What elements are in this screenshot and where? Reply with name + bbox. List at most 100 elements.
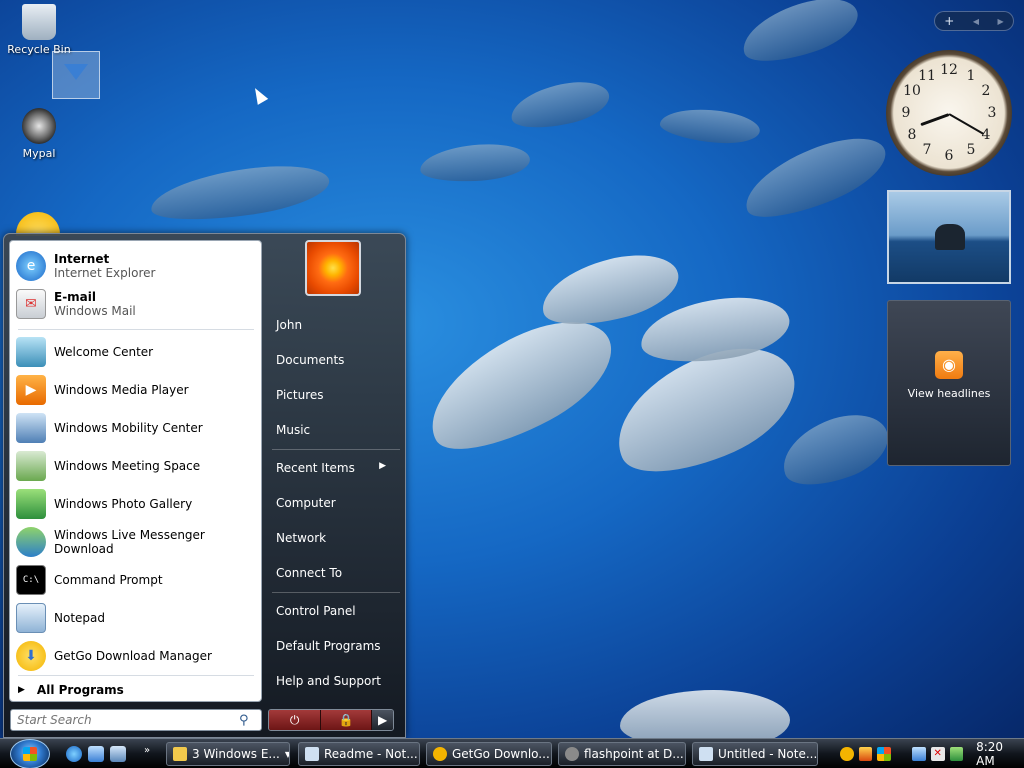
desktop-icon-recycle-bin[interactable]: Recycle Bin xyxy=(4,4,74,56)
recent-item-messenger-download[interactable]: Windows Live Messenger Download xyxy=(16,524,256,560)
pinned-item-email[interactable]: ✉ E-mail Windows Mail xyxy=(16,286,256,322)
taskbar-button-readme-notepad[interactable]: Readme - Not... xyxy=(298,742,420,766)
clock-number: 10 xyxy=(903,83,921,99)
recent-item-photo-gallery[interactable]: Windows Photo Gallery xyxy=(16,486,256,522)
command-prompt-icon: C:\ xyxy=(16,565,46,595)
mypal-raccoon-icon xyxy=(22,108,56,144)
place-default-programs[interactable]: Default Programs xyxy=(276,639,396,653)
system-tray: ✕ 8:20 AM xyxy=(836,740,1024,768)
add-gadget-button[interactable]: + xyxy=(944,14,954,28)
recent-item-notepad[interactable]: Notepad xyxy=(16,600,256,636)
welcome-center-icon xyxy=(16,337,46,367)
taskbar-button-windows-explorer[interactable]: 3 Windows E... ▼ xyxy=(166,742,290,766)
sidebar-controls: + ◀ ▶ xyxy=(934,11,1014,31)
feed-headlines-gadget[interactable]: ◉ View headlines xyxy=(887,300,1011,466)
getgo-tray-icon[interactable] xyxy=(840,747,854,761)
folder-icon xyxy=(173,747,187,761)
next-gadget-button[interactable]: ▶ xyxy=(998,17,1004,26)
all-programs-label: All Programs xyxy=(36,683,124,697)
group-dropdown-icon: ▼ xyxy=(285,750,289,759)
lock-icon: 🔒 xyxy=(338,713,354,727)
clock-number: 6 xyxy=(944,148,954,164)
clock-number: 12 xyxy=(940,62,958,78)
quicklaunch-internet-explorer-icon[interactable] xyxy=(66,746,82,762)
recent-item-label: Windows Photo Gallery xyxy=(54,497,193,511)
place-recent-items[interactable]: Recent Items ▶ xyxy=(276,461,396,475)
recent-item-getgo[interactable]: ⬇ GetGo Download Manager xyxy=(16,638,256,674)
recent-item-label: Notepad xyxy=(54,611,105,625)
clock-number: 11 xyxy=(918,68,936,84)
meeting-space-icon xyxy=(16,451,46,481)
all-programs-button[interactable]: ▶ All Programs xyxy=(18,683,124,697)
mobility-center-icon xyxy=(16,413,46,443)
taskbar-button-flashpoint[interactable]: flashpoint at D... xyxy=(558,742,686,766)
background-fish xyxy=(773,402,897,498)
places-separator xyxy=(272,449,400,450)
search-icon[interactable]: ⚲ xyxy=(239,713,249,728)
slideshow-gadget[interactable] xyxy=(887,190,1011,284)
background-fish xyxy=(506,75,614,135)
place-user-folder[interactable]: John xyxy=(276,318,396,332)
start-button[interactable] xyxy=(10,739,50,768)
recent-item-label: Windows Live Messenger Download xyxy=(54,528,205,556)
pinned-item-internet[interactable]: e Internet Internet Explorer xyxy=(16,248,256,284)
start-search-input[interactable] xyxy=(17,713,239,727)
notepad-icon xyxy=(305,747,319,761)
background-fish xyxy=(147,157,333,229)
power-icon: ⏻ xyxy=(289,712,300,727)
recent-item-label: Windows Mobility Center xyxy=(54,421,203,435)
recent-items-label: Recent Items xyxy=(276,461,355,475)
windows-update-icon[interactable] xyxy=(877,747,891,761)
volume-muted-icon[interactable]: ✕ xyxy=(930,747,945,761)
place-help-support[interactable]: Help and Support xyxy=(276,674,396,688)
power-options-button[interactable]: ▶ xyxy=(371,710,393,730)
desktop-icon-label: Mypal xyxy=(22,147,56,160)
all-programs-separator xyxy=(18,675,254,676)
quicklaunch-show-desktop-icon[interactable] xyxy=(88,746,104,762)
recent-item-command-prompt[interactable]: C:\ Command Prompt xyxy=(16,562,256,598)
quicklaunch-overflow-icon[interactable]: » xyxy=(144,745,150,756)
recent-item-label: Windows Media Player xyxy=(54,383,189,397)
task-label: GetGo Downlo... xyxy=(452,747,550,761)
network-icon[interactable] xyxy=(912,747,926,761)
place-pictures[interactable]: Pictures xyxy=(276,388,396,402)
media-player-icon: ▶ xyxy=(16,375,46,405)
place-documents[interactable]: Documents xyxy=(276,353,396,367)
security-shield-icon[interactable] xyxy=(858,747,873,761)
clock-number: 4 xyxy=(981,127,991,143)
clock-gadget[interactable]: 12 1 2 3 4 5 6 7 8 9 10 11 xyxy=(886,50,1012,176)
clock-number: 2 xyxy=(981,83,991,99)
getgo-download-icon xyxy=(433,747,447,761)
desktop-icon-mypal[interactable]: Mypal xyxy=(4,108,74,160)
background-fish xyxy=(735,0,865,73)
lock-button[interactable]: 🔒 xyxy=(320,710,372,730)
place-music[interactable]: Music xyxy=(276,423,396,437)
submenu-arrow-icon: ▶ xyxy=(379,461,386,471)
drag-download-icon[interactable] xyxy=(52,51,100,99)
whale-tail-icon xyxy=(935,224,965,250)
place-network[interactable]: Network xyxy=(276,531,396,545)
language-bar-icon[interactable] xyxy=(949,747,964,761)
previous-gadget-button[interactable]: ◀ xyxy=(973,17,979,26)
place-connect-to[interactable]: Connect To xyxy=(276,566,396,580)
user-picture-flower-icon[interactable] xyxy=(305,240,361,296)
recent-item-mobility-center[interactable]: Windows Mobility Center xyxy=(16,410,256,446)
recent-item-welcome-center[interactable]: Welcome Center xyxy=(16,334,256,370)
taskbar-button-untitled-notepad[interactable]: Untitled - Note... xyxy=(692,742,818,766)
power-button[interactable]: ⏻ xyxy=(269,710,321,730)
recent-item-meeting-space[interactable]: Windows Meeting Space xyxy=(16,448,256,484)
recycle-bin-icon xyxy=(22,4,56,40)
quicklaunch-switch-windows-icon[interactable] xyxy=(110,746,126,762)
clock-number: 8 xyxy=(907,127,917,143)
notepad-icon xyxy=(699,747,713,761)
recent-item-media-player[interactable]: ▶ Windows Media Player xyxy=(16,372,256,408)
taskbar-clock[interactable]: 8:20 AM xyxy=(976,740,1024,768)
recent-item-label: Welcome Center xyxy=(54,345,154,359)
right-arrow-icon: ▶ xyxy=(378,713,388,727)
taskbar-button-getgo[interactable]: GetGo Downlo... xyxy=(426,742,552,766)
place-computer[interactable]: Computer xyxy=(276,496,396,510)
place-control-panel[interactable]: Control Panel xyxy=(276,604,396,618)
start-search-box[interactable]: ⚲ xyxy=(10,709,262,731)
start-menu-places-panel: John Documents Pictures Music Recent Ite… xyxy=(266,234,406,739)
mouse-cursor-icon xyxy=(249,85,269,105)
